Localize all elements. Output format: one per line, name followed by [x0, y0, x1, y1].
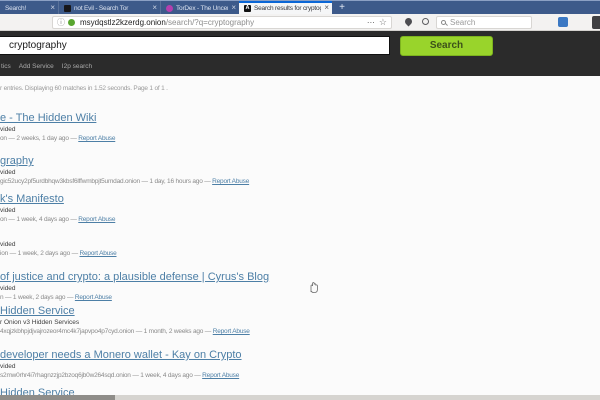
result-title-link[interactable]: Hidden Service: [0, 305, 75, 317]
result-description: vided: [0, 169, 16, 176]
result-title-link[interactable]: graphy: [0, 155, 34, 167]
result-title-link[interactable]: developer needs a Monero wallet - Kay on…: [0, 349, 242, 361]
tab-close-icon[interactable]: ×: [324, 4, 329, 12]
search-header: Search tics Add Service I2p search: [0, 31, 600, 76]
header-nav-links: tics Add Service I2p search: [1, 63, 92, 70]
result-description: vided: [0, 126, 16, 133]
result-url-and-age: on — 2 weeks, 1 day ago —: [0, 135, 78, 142]
result-meta: ion — 1 week, 2 days ago — Report Abuse: [0, 250, 117, 257]
browser-window: Search! × not Evil - Search Tor × TorDex…: [0, 0, 600, 400]
horizontal-scrollbar[interactable]: [0, 395, 600, 400]
result-meta: s2mw0rhr4i7rhagnzzjp2bzoq6jb0w264sqd.oni…: [0, 372, 239, 379]
results-summary: r entries. Displaying 60 matches in 1.52…: [0, 85, 168, 92]
onion-circuit-icon[interactable]: [68, 19, 75, 26]
result-title-link[interactable]: k's Manifesto: [0, 193, 64, 205]
url-path: /search/?q=cryptography: [166, 18, 254, 27]
result-description: vided: [0, 363, 16, 370]
tab-close-icon[interactable]: ×: [50, 4, 55, 12]
tordex-favicon-icon: [166, 5, 173, 12]
result-title-link[interactable]: of justice and crypto: a plausible defen…: [0, 271, 269, 283]
search-result: graphy vided gic52ucy2pf5urdbhqw3kbsf6lf…: [0, 155, 600, 189]
tab-title: TorDex - The Uncensored Tor Se: [176, 5, 228, 12]
result-description: r Onion v3 Hidden Services: [0, 319, 79, 326]
result-meta: n — 1 week, 2 days ago — Report Abuse: [0, 294, 112, 301]
result-meta: 4xqjzkbhpjdjvajrozeor4mc4k7japvpo4p7cyd.…: [0, 328, 250, 335]
search-result: vided ion — 1 week, 2 days ago — Report …: [0, 227, 600, 261]
search-button[interactable]: Search: [400, 36, 493, 56]
hand-cursor-icon: [308, 279, 320, 294]
result-title-link[interactable]: e - The Hidden Wiki: [0, 112, 96, 124]
tab-close-icon[interactable]: ×: [152, 4, 157, 12]
report-abuse-link[interactable]: Report Abuse: [213, 328, 250, 335]
query-input[interactable]: [0, 36, 390, 55]
result-description: vided: [0, 207, 16, 214]
navigation-bar: ⓘ msydqstlz2kzerdg.onion/search/?q=crypt…: [0, 14, 600, 31]
result-url-and-age: on — 1 week, 4 days ago —: [0, 216, 78, 223]
report-abuse-link[interactable]: Report Abuse: [78, 135, 115, 142]
security-level-icon[interactable]: [422, 18, 429, 25]
result-url-and-age: n — 1 week, 2 days ago —: [0, 294, 75, 301]
tab-title: not Evil - Search Tor: [74, 5, 149, 12]
result-meta: gic52ucy2pf5urdbhqw3kbsf6lffwmbpjt5umdad…: [0, 178, 249, 185]
result-meta: on — 2 weeks, 1 day ago — Report Abuse: [0, 135, 115, 142]
search-icon: [441, 20, 446, 25]
result-description: vided: [0, 241, 16, 248]
nav-link-statistics[interactable]: tics: [1, 63, 11, 70]
tab-bar: Search! × not Evil - Search Tor × TorDex…: [0, 0, 600, 14]
tab-not-evil[interactable]: not Evil - Search Tor ×: [58, 1, 160, 15]
tab-search-results-active[interactable]: A Search results for cryptography – ×: [239, 1, 332, 15]
extension-icon[interactable]: [558, 17, 568, 27]
result-url-and-age: gic52ucy2pf5urdbhqw3kbsf6lffwmbpjt5umdad…: [0, 178, 212, 185]
result-description: vided: [0, 285, 16, 292]
result-url-and-age: 4xqjzkbhpjdjvajrozeor4mc4k7japvpo4p7cyd.…: [0, 328, 213, 335]
scrollbar-thumb[interactable]: [0, 395, 115, 400]
page-actions-icon[interactable]: ⋯: [367, 18, 375, 27]
menu-icon[interactable]: [592, 16, 600, 29]
search-result: of justice and crypto: a plausible defen…: [0, 271, 600, 305]
notevil-favicon-icon: [64, 5, 71, 12]
toolbar-search-box[interactable]: Search: [436, 16, 532, 29]
bookmark-star-icon[interactable]: ☆: [379, 17, 387, 28]
url-text: msydqstlz2kzerdg.onion/search/?q=cryptog…: [80, 18, 363, 27]
report-abuse-link[interactable]: Report Abuse: [80, 250, 117, 257]
site-info-icon[interactable]: ⓘ: [57, 18, 65, 27]
report-abuse-link[interactable]: Report Abuse: [202, 372, 239, 379]
tab-close-icon[interactable]: ×: [231, 4, 236, 12]
tab-search[interactable]: Search! ×: [0, 1, 58, 15]
tab-title: Search!: [5, 5, 47, 12]
search-result: k's Manifesto vided on — 1 week, 4 days …: [0, 193, 600, 227]
search-result: e - The Hidden Wiki vided on — 2 weeks, …: [0, 112, 600, 146]
new-tab-button[interactable]: +: [334, 1, 350, 15]
tab-title: Search results for cryptography –: [254, 5, 321, 12]
report-abuse-link[interactable]: Report Abuse: [212, 178, 249, 185]
result-url-and-age: ion — 1 week, 2 days ago —: [0, 250, 80, 257]
search-result: developer needs a Monero wallet - Kay on…: [0, 349, 600, 383]
result-meta: on — 1 week, 4 days ago — Report Abuse: [0, 216, 115, 223]
nav-link-add-service[interactable]: Add Service: [19, 63, 54, 70]
tab-tordex[interactable]: TorDex - The Uncensored Tor Se ×: [160, 1, 239, 15]
url-domain: msydqstlz2kzerdg.onion: [80, 18, 166, 27]
ahmia-favicon-icon: A: [244, 5, 251, 12]
report-abuse-link[interactable]: Report Abuse: [75, 294, 112, 301]
report-abuse-link[interactable]: Report Abuse: [78, 216, 115, 223]
noscript-icon[interactable]: [404, 17, 414, 27]
url-bar[interactable]: ⓘ msydqstlz2kzerdg.onion/search/?q=crypt…: [52, 16, 392, 29]
search-placeholder: Search: [450, 18, 475, 27]
result-url-and-age: s2mw0rhr4i7rhagnzzjp2bzoq6jb0w264sqd.oni…: [0, 372, 202, 379]
nav-link-i2p-search[interactable]: I2p search: [62, 63, 92, 70]
search-result: Hidden Service r Onion v3 Hidden Service…: [0, 305, 600, 339]
